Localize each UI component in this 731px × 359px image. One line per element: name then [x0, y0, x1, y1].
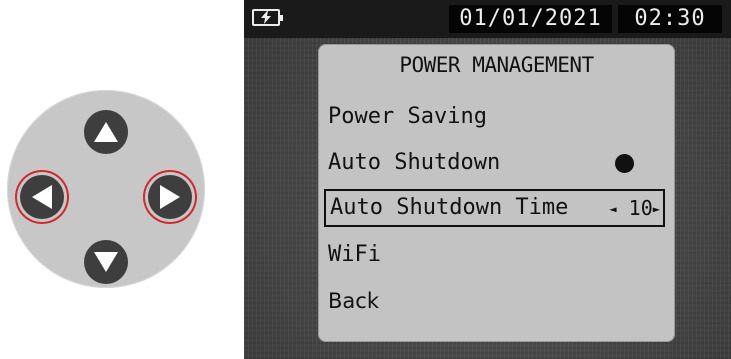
menu-item-label: Auto Shutdown Time	[330, 195, 569, 220]
menu-item-wifi[interactable]: WiFi	[328, 236, 663, 274]
menu-item-auto-shutdown[interactable]: Auto Shutdown	[328, 144, 663, 182]
left-arrow-icon	[32, 185, 52, 209]
up-arrow-icon	[94, 122, 118, 142]
menu-item-back[interactable]: Back	[328, 282, 663, 320]
directional-pad	[7, 90, 205, 288]
increase-arrow-icon[interactable]: ►	[653, 192, 660, 226]
up-arrow-button[interactable]	[84, 110, 128, 154]
status-bar: 01/01/2021 02:30	[244, 0, 731, 38]
stepper-value: 10	[628, 196, 653, 220]
menu-item-label: Back	[328, 289, 379, 313]
decrease-arrow-icon[interactable]: ◄	[609, 192, 616, 226]
right-arrow-button[interactable]	[148, 175, 192, 219]
battery-charging-icon	[252, 9, 283, 26]
down-arrow-icon	[94, 252, 118, 272]
menu-item-label: Auto Shutdown	[328, 150, 501, 175]
down-arrow-button[interactable]	[84, 240, 128, 284]
toggle-on-indicator[interactable]	[615, 154, 634, 173]
right-arrow-icon	[160, 185, 180, 209]
power-management-menu: POWER MANAGEMENT Power Saving Auto Shutd…	[318, 44, 675, 342]
menu-item-label: WiFi	[328, 242, 381, 267]
device-screen: 01/01/2021 02:30 POWER MANAGEMENT Power …	[244, 0, 731, 359]
menu-item-auto-shutdown-time[interactable]: Auto Shutdown Time ◄ 10►	[324, 189, 665, 227]
menu-item-label: Power Saving	[328, 104, 487, 129]
left-arrow-button[interactable]	[20, 175, 64, 219]
menu-title: POWER MANAGEMENT	[399, 53, 594, 77]
time-display: 02:30	[618, 5, 722, 33]
value-stepper[interactable]: ◄ 10►	[609, 191, 660, 226]
menu-item-power-saving[interactable]: Power Saving	[328, 98, 663, 136]
date-display: 01/01/2021	[449, 5, 612, 33]
